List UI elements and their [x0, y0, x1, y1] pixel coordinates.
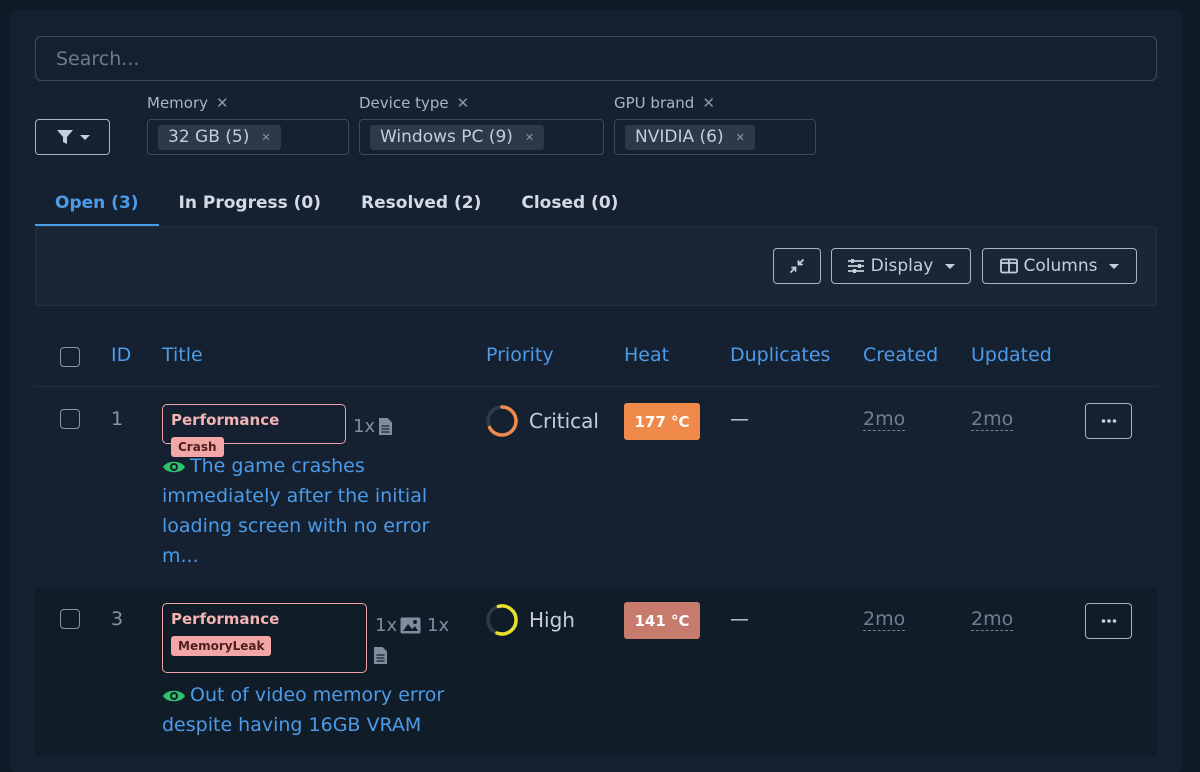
updated-date: 2mo: [971, 408, 1014, 431]
compress-icon: [790, 259, 804, 273]
updated-date: 2mo: [971, 608, 1014, 631]
priority-gauge-icon: [486, 405, 518, 437]
chevron-down-icon: [1109, 263, 1120, 269]
row-actions-button[interactable]: [1085, 403, 1132, 439]
eye-icon: [163, 461, 185, 472]
columns-button[interactable]: Columns: [982, 248, 1137, 284]
duplicates-value: —: [730, 408, 749, 430]
chip-label: NVIDIA (6): [635, 127, 724, 147]
heat-badge: 141 °C: [624, 602, 700, 639]
facet-chip: Windows PC (9) ✕: [370, 124, 545, 150]
attachment-count-label: 1x: [375, 615, 398, 636]
table-header: ID Title Priority Heat Duplicates Create…: [35, 330, 1157, 387]
close-icon[interactable]: ✕: [736, 131, 745, 144]
row-actions-button[interactable]: [1085, 603, 1132, 639]
column-header-updated[interactable]: Updated: [971, 344, 1052, 366]
column-header-duplicates[interactable]: Duplicates: [730, 344, 830, 366]
category-tag[interactable]: Performance MemoryLeak: [162, 603, 367, 673]
tab-closed[interactable]: Closed (0): [501, 180, 638, 226]
table-row: 3 Performance MemoryLeak 1x 1x Out of vi…: [35, 587, 1157, 757]
select-all-checkbox[interactable]: [60, 347, 80, 367]
search-input[interactable]: [35, 36, 1157, 81]
facet-chip: NVIDIA (6) ✕: [625, 124, 755, 150]
priority: Critical: [485, 404, 599, 438]
priority-label: Critical: [529, 409, 599, 433]
created-date: 2mo: [863, 608, 906, 631]
columns-icon: [999, 258, 1018, 274]
display-label: Display: [870, 256, 934, 276]
collapse-button[interactable]: [773, 248, 821, 284]
facet-label: Device type: [359, 94, 449, 112]
filter-icon: [56, 130, 73, 144]
chevron-down-icon: [945, 263, 956, 269]
tab-in-progress[interactable]: In Progress (0): [159, 180, 341, 226]
row-id: 3: [111, 608, 124, 630]
row-id: 1: [111, 408, 124, 430]
facet-label: Memory: [147, 94, 209, 112]
image-icon: [400, 617, 421, 634]
filter-dropdown-button[interactable]: [35, 119, 110, 155]
facet-select[interactable]: NVIDIA (6) ✕: [614, 119, 816, 155]
row-checkbox[interactable]: [60, 409, 80, 429]
table-row: 1 Performance Crash 1x The game crashes …: [35, 388, 1157, 586]
document-icon: [379, 418, 393, 435]
attachment-count: 1x: [427, 615, 449, 636]
attachment-count: 1x: [353, 416, 393, 437]
remove-facet-icon[interactable]: ✕: [702, 94, 715, 112]
chip-label: Windows PC (9): [380, 127, 513, 147]
chip-label: 32 GB (5): [168, 127, 250, 147]
close-icon[interactable]: ✕: [525, 131, 534, 144]
facet-select[interactable]: Windows PC (9) ✕: [359, 119, 604, 155]
eye-icon: [163, 690, 185, 701]
close-icon[interactable]: ✕: [261, 131, 270, 144]
columns-label: Columns: [1023, 256, 1098, 276]
facet-memory: Memory ✕ 32 GB (5) ✕: [147, 92, 349, 155]
column-header-created[interactable]: Created: [863, 344, 938, 366]
status-tabs: Open (3) In Progress (0) Resolved (2) Cl…: [35, 180, 638, 226]
attachment-count-label: 1x: [427, 615, 450, 636]
facet-label: GPU brand: [614, 94, 695, 112]
display-button[interactable]: Display: [831, 248, 971, 284]
facet-device-type: Device type ✕ Windows PC (9) ✕: [359, 92, 604, 155]
category-tag[interactable]: Performance Crash: [162, 404, 346, 457]
badge: MemoryLeak: [171, 636, 272, 656]
more-icon: [1101, 419, 1116, 423]
category-label: Performance: [171, 610, 280, 628]
created-date: 2mo: [863, 408, 906, 431]
attachment-count-label: 1x: [353, 416, 376, 437]
duplicates-value: —: [730, 608, 749, 630]
issue-description: Out of video memory error despite having…: [162, 684, 445, 736]
remove-facet-icon[interactable]: ✕: [457, 94, 470, 112]
remove-facet-icon[interactable]: ✕: [216, 94, 229, 112]
column-header-title[interactable]: Title: [162, 344, 203, 366]
facet-gpu-brand: GPU brand ✕ NVIDIA (6) ✕: [614, 92, 816, 155]
issue-title[interactable]: The game crashes immediately after the i…: [162, 451, 452, 571]
priority: High: [485, 603, 575, 637]
tab-resolved[interactable]: Resolved (2): [341, 180, 501, 226]
table-toolbar: Display Columns: [35, 226, 1157, 306]
facet-chip: 32 GB (5) ✕: [158, 124, 281, 150]
row-checkbox[interactable]: [60, 609, 80, 629]
tab-open[interactable]: Open (3): [35, 180, 159, 226]
category-label: Performance: [171, 411, 280, 429]
issue-title[interactable]: Out of video memory error despite having…: [162, 680, 462, 740]
chevron-down-icon: [79, 134, 90, 140]
document-icon: [373, 646, 388, 669]
facet-select[interactable]: 32 GB (5) ✕: [147, 119, 349, 155]
column-header-priority[interactable]: Priority: [486, 344, 554, 366]
priority-label: High: [529, 608, 575, 632]
column-header-heat[interactable]: Heat: [624, 344, 669, 366]
attachment-count: 1x: [375, 615, 421, 636]
sliders-icon: [847, 259, 864, 273]
heat-badge: 177 °C: [624, 403, 700, 440]
more-icon: [1101, 619, 1116, 623]
column-header-id[interactable]: ID: [111, 344, 131, 366]
priority-gauge-icon: [486, 604, 518, 636]
issue-description: The game crashes immediately after the i…: [162, 455, 430, 567]
